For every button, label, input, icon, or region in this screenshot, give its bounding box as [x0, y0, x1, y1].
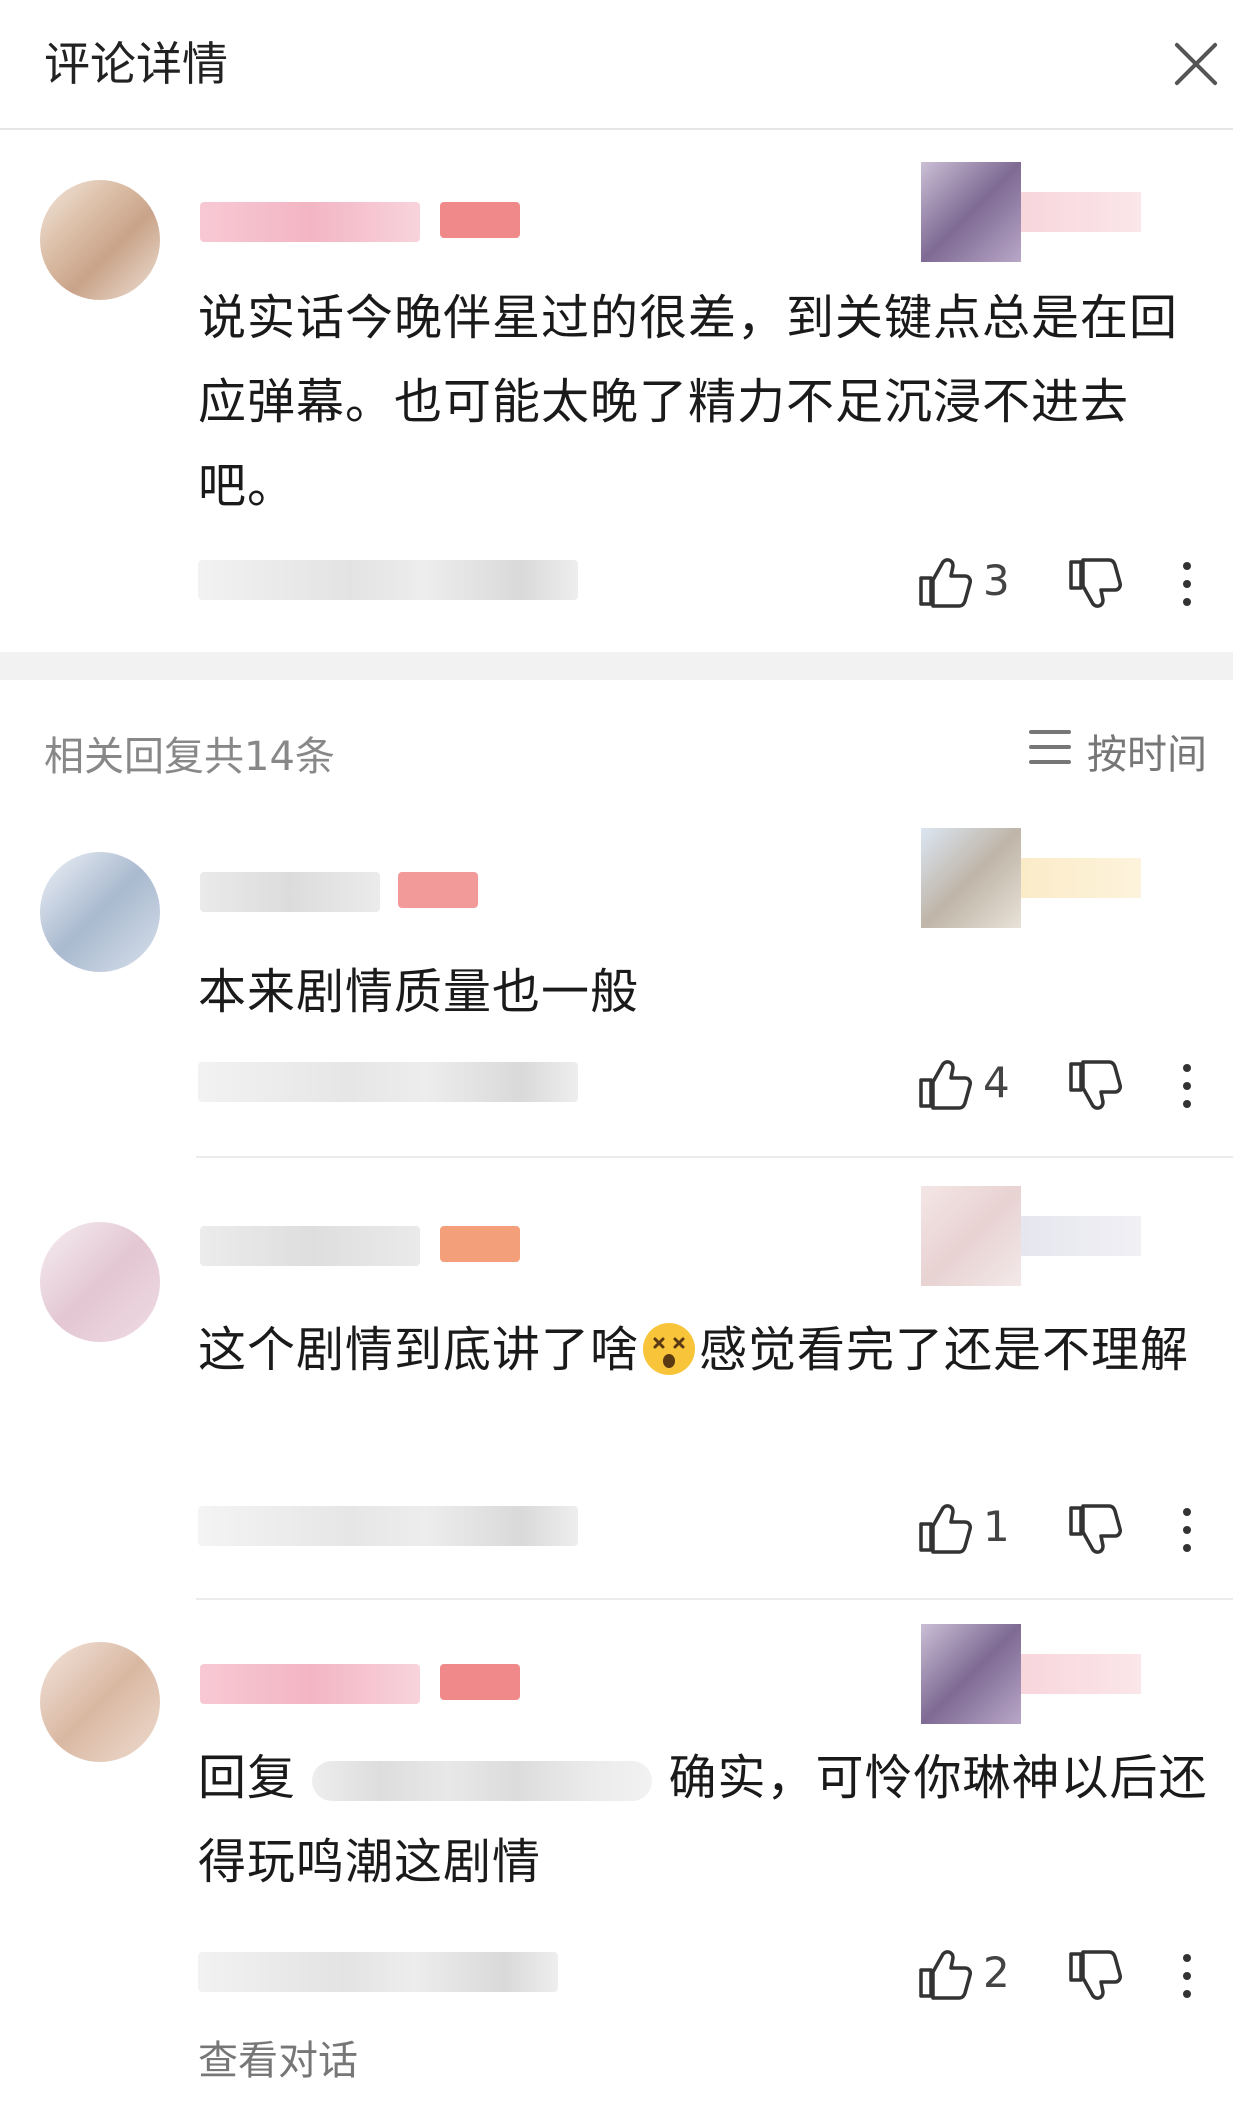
like-count: 2: [983, 1948, 1010, 1997]
thumbs-down-icon[interactable]: [1067, 1060, 1123, 1112]
close-icon[interactable]: [1161, 28, 1233, 100]
section-separator: [0, 652, 1233, 680]
user-level-badge: [398, 872, 478, 908]
like-count: 4: [983, 1058, 1010, 1107]
reply-text-part: 感觉看完了还是不理解: [699, 1322, 1190, 1378]
reply-text: 回复 确实，可怜你琳神以后还得玩鸣潮这剧情: [198, 1736, 1208, 1904]
thumbs-down-icon[interactable]: [1067, 1504, 1123, 1556]
thumbs-up-icon[interactable]: [917, 1058, 973, 1110]
fan-badge: [921, 828, 1161, 928]
divider: [196, 1598, 1233, 1600]
sort-icon: [1029, 730, 1071, 764]
reply-text-part: 这个剧情到底讲了啥: [198, 1322, 640, 1378]
more-icon[interactable]: [1177, 1948, 1197, 2004]
avatar[interactable]: [40, 852, 160, 972]
thumbs-down-icon[interactable]: [1067, 558, 1123, 610]
username[interactable]: [200, 202, 420, 242]
reply-meta: [198, 1952, 558, 1992]
reply-actions: 1: [917, 1498, 1217, 1558]
reply-item: 这个剧情到底讲了啥 感觉看完了还是不理解 1: [0, 1168, 1233, 1588]
reply-item: 本来剧情质量也一般 4: [0, 812, 1233, 1152]
reply-actions: 4: [917, 1054, 1217, 1114]
thumbs-up-icon[interactable]: [917, 1502, 973, 1554]
thumbs-up-icon[interactable]: [917, 556, 973, 608]
more-icon[interactable]: [1177, 556, 1197, 612]
mentioned-username[interactable]: [312, 1761, 653, 1801]
fan-badge: [921, 162, 1161, 262]
avatar[interactable]: [40, 1222, 160, 1342]
reply-item: 回复 确实，可怜你琳神以后还得玩鸣潮这剧情 2: [0, 1612, 1233, 2102]
comment-meta: [198, 560, 578, 600]
reply-text: 这个剧情到底讲了啥 感觉看完了还是不理解: [198, 1308, 1208, 1392]
page-header: 评论详情: [0, 0, 1233, 130]
comment-text: 说实话今晚伴星过的很差，到关键点总是在回应弹幕。也可能太晚了精力不足沉浸不进去吧…: [198, 290, 1179, 514]
user-level-badge: [440, 1664, 520, 1700]
reply-meta: [198, 1506, 578, 1546]
username[interactable]: [200, 872, 380, 912]
divider: [196, 1156, 1233, 1158]
user-level-badge: [440, 202, 520, 238]
fan-badge: [921, 1624, 1161, 1724]
reply-prefix: 回复: [198, 1750, 297, 1806]
more-icon[interactable]: [1177, 1058, 1197, 1114]
reply-text: 本来剧情质量也一般: [198, 964, 640, 1020]
username[interactable]: [200, 1664, 420, 1704]
main-comment: 说实话今晚伴星过的很差，到关键点总是在回应弹幕。也可能太晚了精力不足沉浸不进去吧…: [0, 150, 1233, 650]
more-icon[interactable]: [1177, 1502, 1197, 1558]
thumbs-up-icon[interactable]: [917, 1948, 973, 2000]
avatar[interactable]: [40, 1642, 160, 1762]
user-level-badge: [440, 1226, 520, 1262]
avatar[interactable]: [40, 180, 160, 300]
sort-button[interactable]: 按时间: [1029, 722, 1219, 778]
username[interactable]: [200, 1226, 420, 1266]
comment-actions: 3: [917, 552, 1217, 612]
like-count: 3: [983, 556, 1010, 605]
dizzy-face-emoji: [643, 1323, 696, 1375]
reply-actions: 2: [917, 1944, 1217, 2004]
reply-count: 相关回复共14条: [44, 734, 335, 780]
sort-label: 按时间: [1087, 732, 1207, 778]
page-title: 评论详情: [44, 37, 228, 91]
fan-badge: [921, 1186, 1161, 1286]
thumbs-down-icon[interactable]: [1067, 1950, 1123, 2002]
view-conversation-link[interactable]: 查看对话: [198, 2028, 358, 2086]
reply-meta: [198, 1062, 578, 1102]
like-count: 1: [983, 1502, 1010, 1551]
